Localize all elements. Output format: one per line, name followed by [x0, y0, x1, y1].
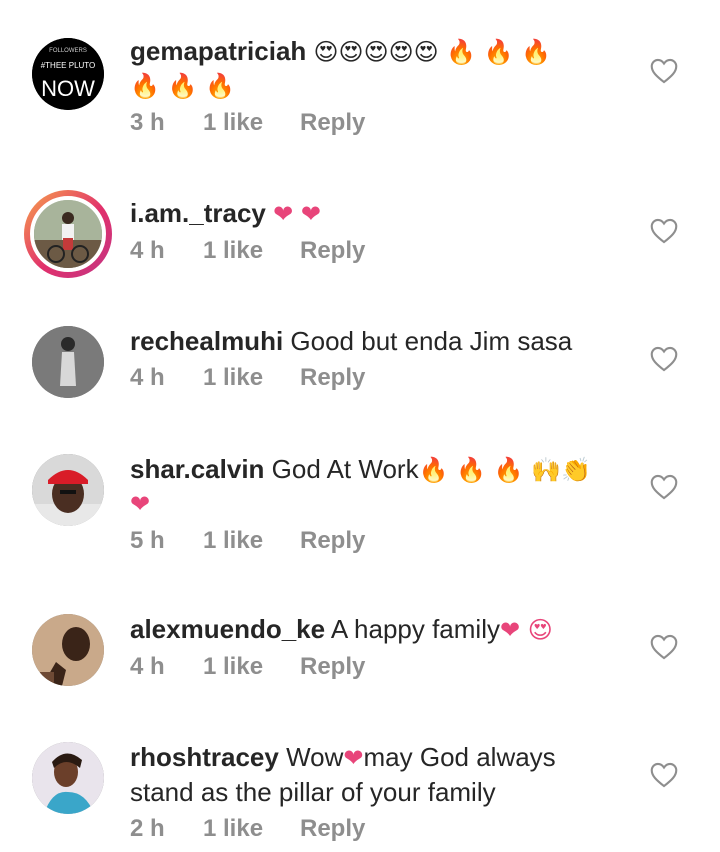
emoji-run: ❤ 😍 [499, 616, 553, 644]
username[interactable]: rhoshtracey [130, 742, 279, 772]
comment-message: Wow [286, 742, 344, 772]
comment-body: alexmuendo_ke A happy family❤ 😍 4 h 1 li… [130, 612, 630, 681]
avatar-photo [34, 200, 102, 268]
emoji-run: ❤ ❤ [273, 200, 321, 228]
like-count[interactable]: 1 like [203, 237, 300, 265]
avatar[interactable] [32, 742, 104, 814]
username[interactable]: rechealmuhi [130, 326, 283, 356]
reply-button[interactable]: Reply [300, 653, 365, 681]
emoji-run: 🔥 🔥 🔥 [130, 72, 235, 100]
emoji-run: 🔥 🔥 🔥 🙌👏 [418, 456, 591, 484]
username[interactable]: i.am._tracy [130, 198, 266, 228]
reply-button[interactable]: Reply [300, 364, 365, 392]
comment-text: shar.calvin God At Work🔥 🔥 🔥 🙌👏 [130, 452, 630, 487]
emoji-run: ❤ [343, 744, 364, 772]
like-count[interactable]: 1 like [203, 653, 300, 681]
timestamp: 3 h [130, 109, 165, 136]
reply-button[interactable]: Reply [300, 815, 365, 843]
username[interactable]: shar.calvin [130, 454, 264, 484]
comment-meta: 4 h 1 like Reply [130, 653, 630, 681]
like-count[interactable]: 1 like [203, 815, 300, 843]
comment-message: A happy family [330, 614, 500, 644]
like-count[interactable]: 1 like [203, 364, 300, 392]
comment-message-line2: stand as the pillar of your family [130, 777, 496, 807]
comment-body: gemapatriciah 😍😍😍😍😍 🔥 🔥 🔥 🔥 🔥 🔥 3 h 1 li… [130, 34, 630, 137]
avatar-text-top: FOLLOWERS [49, 48, 87, 54]
avatar-photo [32, 326, 104, 398]
avatar[interactable] [32, 454, 104, 526]
username[interactable]: gemapatriciah [130, 36, 306, 66]
comment-text: gemapatriciah 😍😍😍😍😍 🔥 🔥 🔥 [130, 34, 630, 69]
comment-message: Good but enda Jim sasa [290, 326, 573, 356]
comment-text: alexmuendo_ke A happy family❤ 😍 [130, 612, 630, 647]
comment-text: rechealmuhi Good but enda Jim sasa [130, 324, 630, 358]
heart-outline-icon[interactable] [650, 474, 678, 500]
avatar[interactable]: FOLLOWERS #THEE PLUTO NOW [32, 38, 104, 110]
emoji-run: ❤ [130, 490, 151, 518]
username[interactable]: alexmuendo_ke [130, 614, 325, 644]
reply-button[interactable]: Reply [300, 237, 365, 265]
timestamp: 2 h [130, 815, 165, 842]
timestamp: 4 h [130, 653, 165, 680]
heart-outline-icon[interactable] [650, 346, 678, 372]
timestamp: 4 h [130, 237, 165, 264]
avatar-image [30, 196, 106, 272]
comment-message: God At Work [271, 454, 419, 484]
avatar-image: FOLLOWERS #THEE PLUTO NOW [32, 38, 104, 110]
heart-outline-icon[interactable] [650, 634, 678, 660]
reply-button[interactable]: Reply [300, 527, 365, 555]
comment-text: rhoshtracey Wow❤may God always [130, 740, 630, 775]
timestamp: 5 h [130, 527, 165, 554]
avatar-photo [32, 742, 104, 814]
comment-message: may God always [363, 742, 556, 772]
avatar[interactable] [32, 614, 104, 686]
comment-meta: 4 h 1 like Reply [130, 364, 630, 392]
comment-meta: 5 h 1 like Reply [130, 527, 630, 555]
avatar-text-bottom: NOW [41, 76, 95, 101]
heart-outline-icon[interactable] [650, 58, 678, 84]
comment-body: rhoshtracey Wow❤may God always stand as … [130, 740, 630, 843]
avatar-photo [32, 454, 104, 526]
reply-button[interactable]: Reply [300, 109, 365, 137]
comment-body: shar.calvin God At Work🔥 🔥 🔥 🙌👏 ❤ 5 h 1 … [130, 452, 630, 555]
avatar-story-ring[interactable] [24, 190, 112, 278]
avatar-photo [32, 614, 104, 686]
heart-outline-icon[interactable] [650, 762, 678, 788]
avatar-text-mid: #THEE PLUTO [41, 61, 96, 70]
like-count[interactable]: 1 like [203, 527, 300, 555]
avatar[interactable] [32, 326, 104, 398]
timestamp: 4 h [130, 364, 165, 391]
comment-body: rechealmuhi Good but enda Jim sasa 4 h 1… [130, 324, 630, 392]
comment-meta: 3 h 1 like Reply [130, 109, 630, 137]
heart-outline-icon[interactable] [650, 218, 678, 244]
emoji-run: 😍😍😍😍😍 🔥 🔥 🔥 [313, 38, 552, 66]
like-count[interactable]: 1 like [203, 109, 300, 137]
comment-body: i.am._tracy ❤ ❤ 4 h 1 like Reply [130, 196, 630, 265]
comment-meta: 4 h 1 like Reply [130, 237, 630, 265]
comment-meta: 2 h 1 like Reply [130, 815, 630, 843]
comment-text: i.am._tracy ❤ ❤ [130, 196, 630, 231]
